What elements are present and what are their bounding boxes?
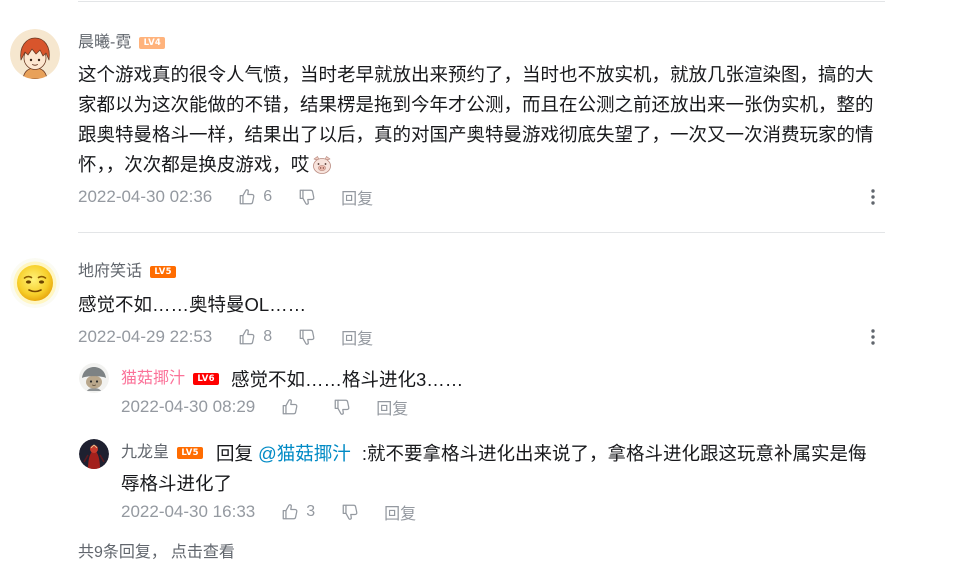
reply-count-text: 共9条回复，	[78, 544, 167, 561]
level-badge: LV5	[177, 447, 204, 459]
comment-content: 这个游戏真的很令人气愤，当时老早就放出来预约了，当时也不放实机，就放几张渲染图，…	[78, 60, 874, 180]
content-line: 感觉不如……奥特曼OL……	[78, 294, 307, 315]
like-count: 3	[306, 503, 316, 520]
username[interactable]: 猫菇揶汁	[121, 369, 185, 389]
comment-time: 2022-04-29 22:53	[78, 327, 213, 346]
like-button[interactable]: 6	[238, 188, 272, 206]
comment-content: 感觉不如……奥特曼OL……	[78, 290, 306, 320]
reply-button[interactable]: 回复	[341, 185, 373, 209]
level-badge: LV5	[150, 266, 177, 278]
thumbs-up-icon[interactable]	[238, 328, 256, 346]
red-hair-cartoon-avatar-icon[interactable]	[10, 29, 60, 79]
content-line: 这个游戏真的很令人气愤，当时老早就放出来预约了，当时也不放实机，就放几张渲染图，…	[78, 64, 874, 85]
user-info: 晨曦-霓 LV4	[78, 33, 166, 53]
comment-divider	[78, 232, 885, 233]
dark-red-figure-avatar-icon[interactable]	[79, 439, 109, 469]
gray-mushroom-cartoon-avatar-icon[interactable]	[79, 363, 109, 393]
reply-meta: 2022-04-30 16:33 3 回复	[121, 500, 416, 524]
reply-time: 2022-04-30 16:33	[121, 502, 256, 521]
more-options-button[interactable]	[869, 328, 877, 346]
more-vertical-icon[interactable]	[869, 188, 877, 206]
reply-button[interactable]: 回复	[341, 325, 373, 349]
reply-summary: 共9条回复， 点击查看	[78, 538, 235, 562]
yellow-emoji-face-avatar-icon[interactable]	[10, 258, 60, 308]
more-options-button[interactable]	[869, 188, 877, 206]
dislike-button[interactable]	[298, 328, 316, 346]
reply-content: 感觉不如……格斗进化3……	[231, 369, 464, 390]
dislike-button[interactable]	[298, 188, 316, 206]
like-button[interactable]	[281, 398, 299, 416]
reply-content: :就不要拿格斗进化出来说了，拿格斗进化跟这玩意补属实是侮	[361, 443, 867, 464]
reply-avatar[interactable]	[79, 439, 109, 469]
mention-link[interactable]: @猫菇揶汁	[258, 440, 351, 466]
top-divider	[78, 1, 885, 2]
pig-face-emoji-icon	[311, 154, 333, 176]
comment-meta: 2022-04-30 02:36 6 回复	[78, 185, 373, 209]
username[interactable]: 晨曦-霓	[78, 33, 131, 53]
user-avatar[interactable]	[10, 29, 60, 79]
dislike-button[interactable]	[341, 503, 359, 521]
content-line: 家都以为这次能做的不错，结果楞是拖到今年才公测，而且在公测之前还放出来一张伪实机…	[78, 94, 874, 115]
thumbs-up-icon[interactable]	[281, 503, 299, 521]
like-count: 8	[263, 328, 273, 345]
reply-avatar[interactable]	[79, 363, 109, 393]
user-info: 地府笑话 LV5	[78, 262, 177, 282]
thumbs-down-icon[interactable]	[298, 188, 316, 206]
reply-line: 猫菇揶汁 LV6 感觉不如……格斗进化3……	[121, 364, 463, 394]
username[interactable]: 九龙皇	[121, 443, 169, 463]
thumbs-down-icon[interactable]	[341, 503, 359, 521]
username[interactable]: 地府笑话	[78, 262, 142, 282]
like-count: 6	[263, 188, 273, 205]
reply-content: 辱格斗进化了	[121, 473, 233, 494]
reply-line: 九龙皇 LV5 回复 @猫菇揶汁 :就不要拿格斗进化出来说了，拿格斗进化跟这玩意…	[121, 438, 866, 468]
reply-line: 辱格斗进化了	[121, 468, 232, 498]
content-line: 怀，，次次都是换皮游戏，哎	[78, 150, 874, 180]
comment-time: 2022-04-30 02:36	[78, 187, 213, 206]
thumbs-up-icon[interactable]	[238, 188, 256, 206]
more-vertical-icon[interactable]	[869, 328, 877, 346]
reply-meta: 2022-04-30 08:29 回复	[121, 395, 408, 419]
content-line: 跟奥特曼格斗一样，结果出了以后，真的对国产奥特曼游戏彻底失望了，一次又一次消费玩…	[78, 124, 874, 145]
content-line-text: 怀，，次次都是换皮游戏，哎	[78, 154, 310, 175]
reply-time: 2022-04-30 08:29	[121, 397, 256, 416]
comment-meta: 2022-04-29 22:53 8 回复	[78, 325, 373, 349]
dislike-button[interactable]	[333, 398, 351, 416]
like-button[interactable]: 8	[238, 328, 272, 346]
level-badge: LV6	[193, 373, 220, 385]
thumbs-down-icon[interactable]	[298, 328, 316, 346]
reply-button[interactable]: 回复	[384, 500, 416, 524]
thumbs-down-icon[interactable]	[333, 398, 351, 416]
reply-prefix: 回复	[216, 443, 254, 464]
user-avatar[interactable]	[10, 258, 60, 308]
like-button[interactable]: 3	[281, 503, 315, 521]
thumbs-up-icon[interactable]	[281, 398, 299, 416]
view-replies-link[interactable]: 点击查看	[171, 538, 235, 562]
reply-button[interactable]: 回复	[376, 395, 408, 419]
level-badge: LV4	[139, 37, 166, 49]
